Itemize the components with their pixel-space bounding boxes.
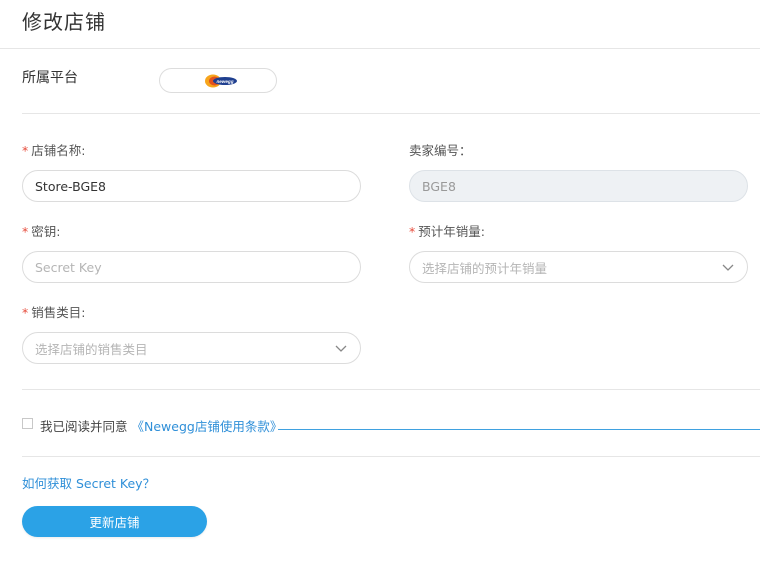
store-name-label: * 店铺名称: [22, 140, 85, 159]
agreement-row: 我已阅读并同意 《Newegg店铺使用条款》 [40, 416, 282, 435]
chevron-down-icon [722, 264, 734, 271]
seller-id-input [409, 170, 748, 202]
agreement-underline [278, 429, 760, 430]
terms-link[interactable]: 《Newegg店铺使用条款》 [132, 419, 283, 434]
agreement-text: 我已阅读并同意 [40, 419, 128, 434]
newegg-logo-icon: newegg [205, 74, 237, 88]
secret-key-label-text: 密钥: [31, 224, 61, 239]
secret-key-help-link[interactable]: 如何获取 Secret Key？ [22, 473, 155, 492]
required-mark: * [22, 305, 29, 320]
newegg-logo-text: newegg [216, 79, 233, 84]
store-name-input[interactable] [22, 170, 361, 202]
required-mark: * [22, 143, 29, 158]
sales-category-label-text: 销售类目: [31, 305, 86, 320]
required-mark: * [22, 224, 29, 239]
annual-sales-label-text: 预计年销量: [418, 224, 485, 239]
required-mark: * [409, 224, 416, 239]
update-store-button[interactable]: 更新店铺 [22, 506, 207, 537]
sales-category-placeholder: 选择店铺的销售类目 [35, 341, 148, 357]
store-name-label-text: 店铺名称: [31, 143, 86, 158]
page-title: 修改店铺 [22, 10, 106, 34]
sales-category-label: * 销售类目: [22, 302, 85, 321]
section-divider-top [22, 113, 760, 114]
secret-key-input[interactable] [22, 251, 361, 283]
annual-sales-placeholder: 选择店铺的预计年销量 [422, 260, 548, 276]
header-divider [0, 48, 760, 49]
agreement-checkbox[interactable] [22, 418, 33, 429]
annual-sales-select[interactable]: 选择店铺的预计年销量 [409, 251, 748, 283]
annual-sales-label: * 预计年销量: [409, 221, 485, 240]
section-divider-middle [22, 389, 760, 390]
seller-id-label: 卖家编号： [409, 143, 472, 158]
section-divider-bottom [22, 456, 760, 457]
platform-label: 所属平台 [22, 70, 78, 86]
platform-chip[interactable]: newegg [159, 68, 277, 93]
secret-key-label: * 密钥: [22, 221, 60, 240]
chevron-down-icon [335, 345, 347, 352]
sales-category-select[interactable]: 选择店铺的销售类目 [22, 332, 361, 364]
